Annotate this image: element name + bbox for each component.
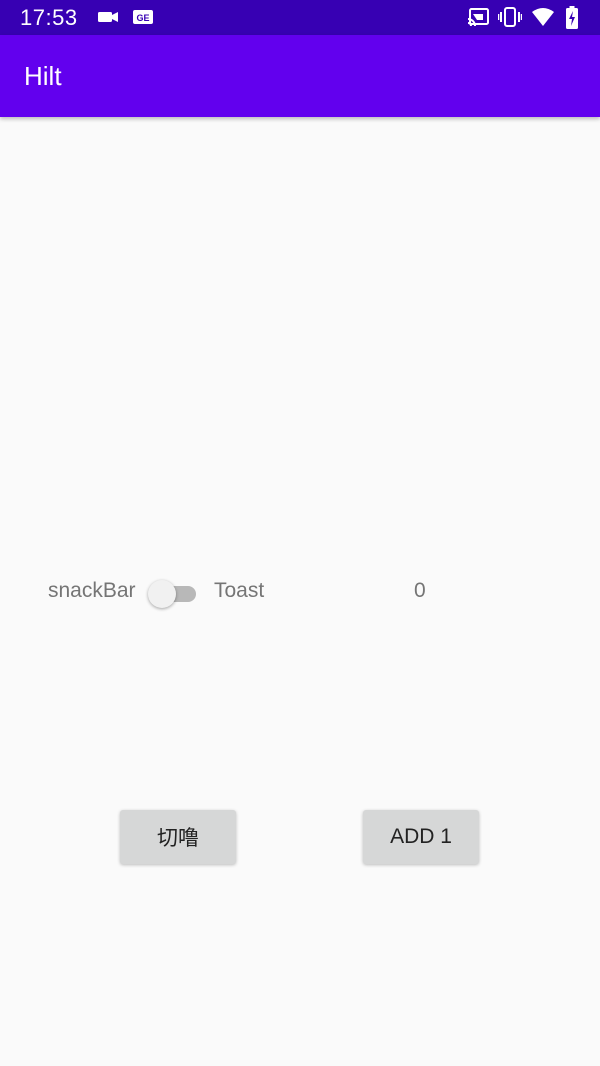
vibrate-icon: [498, 7, 522, 27]
app-title: Hilt: [24, 61, 62, 91]
snackbar-toast-switch[interactable]: [148, 580, 200, 608]
status-bar: 17:53 GE: [0, 0, 600, 35]
cast-icon: [467, 8, 489, 27]
switch-button[interactable]: 切噜: [120, 810, 236, 864]
snackbar-label: snackBar: [48, 579, 136, 602]
app-bar: Hilt: [0, 35, 600, 117]
battery-charging-icon: [566, 6, 578, 29]
counter-value: 0: [414, 579, 426, 602]
add-one-button[interactable]: ADD 1: [363, 810, 479, 864]
toast-label: Toast: [214, 579, 265, 602]
camera-notification-icon: [98, 12, 118, 22]
sim-card-notification-icon: GE: [133, 10, 153, 24]
status-time: 17:53: [20, 5, 78, 30]
switch-thumb: [148, 580, 176, 608]
main-content: snackBar Toast 0 切噜 ADD 1: [0, 117, 600, 1066]
svg-text:GE: GE: [136, 13, 149, 23]
wifi-icon: [532, 8, 554, 26]
